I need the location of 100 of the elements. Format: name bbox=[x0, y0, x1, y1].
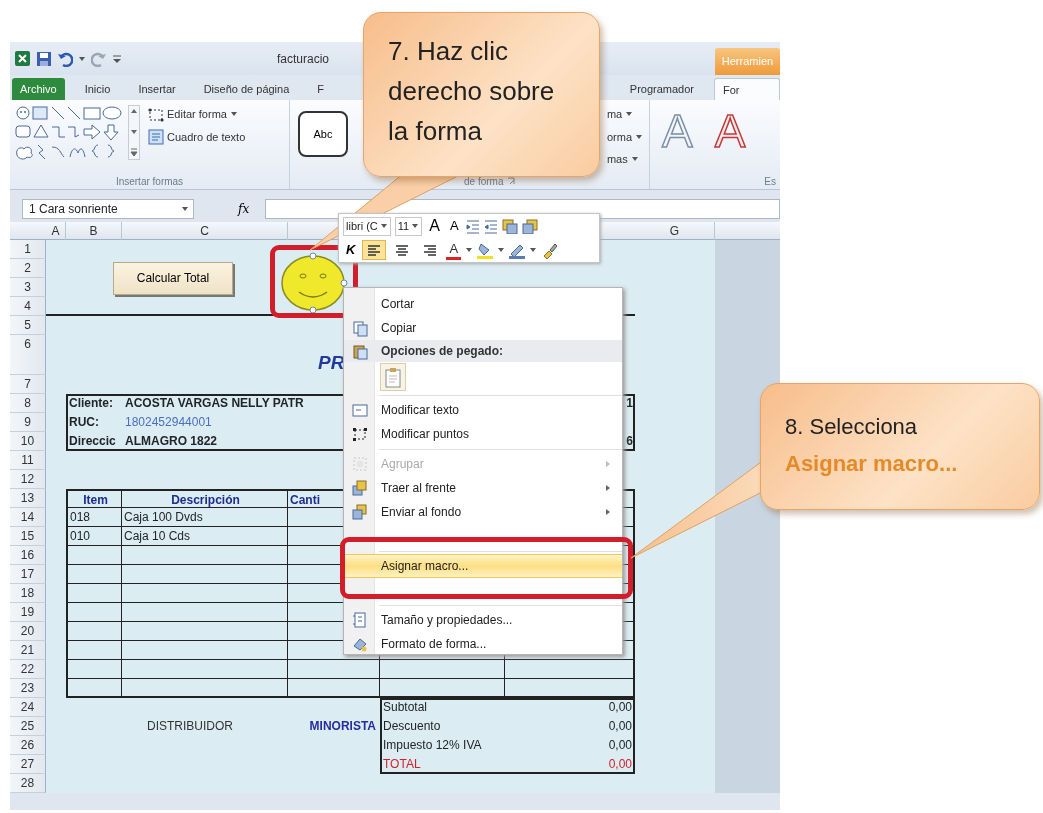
menu-item[interactable]: Cortar bbox=[344, 292, 622, 316]
spreadsheet-app-icon[interactable] bbox=[14, 50, 31, 67]
row-header[interactable]: 16 bbox=[10, 546, 46, 565]
align-icon bbox=[394, 243, 411, 257]
layers-icon[interactable] bbox=[501, 218, 518, 234]
row-header[interactable]: 13 bbox=[10, 489, 46, 508]
menu-item[interactable]: Modificar texto bbox=[344, 398, 622, 422]
total-value: 0,00 bbox=[607, 699, 633, 716]
row-header[interactable]: 7 bbox=[10, 375, 46, 394]
smiley-face-shape[interactable] bbox=[279, 252, 349, 314]
insert-function-button[interactable]: fx bbox=[232, 199, 256, 219]
submenu-arrow-icon bbox=[605, 460, 611, 468]
menu-item[interactable]: Modificar puntos bbox=[344, 422, 622, 446]
font-color-button[interactable]: A bbox=[446, 240, 462, 260]
row-header[interactable]: 24 bbox=[10, 698, 46, 717]
row-header[interactable]: 3 bbox=[10, 278, 46, 297]
ribbon-tab[interactable]: F bbox=[309, 78, 333, 100]
table-cell bbox=[66, 679, 122, 698]
indent-icon[interactable] bbox=[465, 218, 480, 234]
total-value: 0,00 bbox=[607, 756, 633, 773]
layers-icon[interactable] bbox=[521, 218, 538, 234]
menu-item[interactable]: Asignar macro... bbox=[344, 554, 622, 578]
row-header[interactable]: 15 bbox=[10, 527, 46, 546]
row-header[interactable]: 21 bbox=[10, 641, 46, 660]
font-name-field[interactable]: libri (C bbox=[343, 216, 391, 236]
dialog-launcher-icon[interactable] bbox=[507, 177, 516, 185]
row-header[interactable]: 19 bbox=[10, 603, 46, 622]
field-label: Direccic bbox=[68, 433, 117, 450]
gallery-scroll-icon[interactable] bbox=[128, 105, 140, 161]
style-sample-button[interactable]: Abc bbox=[298, 111, 348, 157]
row-header[interactable]: 17 bbox=[10, 565, 46, 584]
field-label: RUC: bbox=[68, 414, 100, 431]
sheet-heading: PR bbox=[317, 351, 346, 375]
row-header[interactable]: 25 bbox=[10, 717, 46, 736]
ribbon-tab[interactable]: For bbox=[714, 78, 780, 100]
row-header[interactable]: 22 bbox=[10, 660, 46, 679]
customize-icon[interactable] bbox=[112, 53, 122, 64]
row-header[interactable]: 27 bbox=[10, 755, 46, 774]
row-header[interactable]: 1 bbox=[10, 240, 46, 259]
row-header[interactable]: 10 bbox=[10, 432, 46, 451]
dropdown-icon[interactable] bbox=[78, 54, 86, 63]
row-header[interactable]: 26 bbox=[10, 736, 46, 755]
row-header[interactable]: 5 bbox=[10, 316, 46, 335]
table-cell: 010 bbox=[66, 527, 122, 546]
group-label: Es bbox=[764, 174, 776, 189]
shape-style-button[interactable]: mas bbox=[604, 150, 645, 169]
shape-style-button[interactable]: orma bbox=[604, 127, 645, 146]
row-header[interactable]: 14 bbox=[10, 508, 46, 527]
edit-shape-button[interactable]: Editar forma bbox=[146, 105, 248, 124]
row-header[interactable]: 4 bbox=[10, 297, 46, 316]
row-header[interactable]: 20 bbox=[10, 622, 46, 641]
caret-icon bbox=[411, 222, 420, 230]
file-tab[interactable]: Archivo bbox=[12, 78, 65, 100]
format-painter-icon[interactable] bbox=[541, 241, 558, 259]
name-box[interactable]: 1 Cara sonriente bbox=[22, 199, 194, 219]
row-header[interactable]: 12 bbox=[10, 470, 46, 489]
row-header[interactable]: 28 bbox=[10, 774, 46, 793]
text-box-icon bbox=[148, 128, 164, 145]
fill-color-icon[interactable] bbox=[477, 241, 494, 259]
row-header[interactable]: 8 bbox=[10, 394, 46, 413]
cell-fragment: 1 bbox=[625, 395, 634, 412]
caret-icon bbox=[635, 132, 643, 141]
ribbon-tab[interactable]: Diseño de página bbox=[195, 78, 298, 100]
table-cell bbox=[66, 603, 122, 622]
save-icon[interactable] bbox=[36, 50, 52, 67]
copy-icon bbox=[351, 319, 368, 337]
row-header[interactable]: 9 bbox=[10, 413, 46, 432]
align-button[interactable] bbox=[362, 240, 387, 260]
shapes-gallery-drawing[interactable] bbox=[14, 105, 122, 161]
bring-forward-icon bbox=[351, 479, 368, 497]
caret-icon[interactable] bbox=[497, 246, 506, 254]
menu-item[interactable]: Tamaño y propiedades... bbox=[344, 608, 622, 632]
italic-button[interactable]: K bbox=[343, 240, 359, 260]
menu-item[interactable]: Formato de forma... bbox=[344, 632, 622, 656]
row-header[interactable]: 2 bbox=[10, 259, 46, 278]
ribbon-tab[interactable]: Inicio bbox=[76, 78, 119, 100]
table-cell bbox=[66, 565, 122, 584]
ribbon-tab[interactable]: Insertar bbox=[130, 78, 184, 100]
row-header[interactable]: 23 bbox=[10, 679, 46, 698]
callout-text: 8. Selecciona Asignar macro... bbox=[785, 413, 959, 478]
calculate-button[interactable]: Calcular Total bbox=[113, 261, 233, 295]
text-box-button[interactable]: Cuadro de texto bbox=[146, 127, 248, 146]
align-icon bbox=[422, 243, 439, 257]
caret-icon[interactable] bbox=[529, 246, 538, 254]
total-value: 0,00 bbox=[607, 718, 633, 735]
field-value: ACOSTA VARGAS NELLY PATR bbox=[124, 395, 304, 412]
grow-font-button[interactable]: A bbox=[426, 216, 443, 236]
caret-icon[interactable] bbox=[465, 246, 474, 254]
font-size-field[interactable]: 11 bbox=[394, 216, 423, 236]
menu-item[interactable]: Copiar bbox=[344, 316, 622, 340]
shrink-font-button[interactable]: A bbox=[446, 216, 462, 236]
row-header[interactable]: 11 bbox=[10, 451, 46, 470]
table-cell: 018 bbox=[66, 508, 122, 527]
shape-style-button[interactable]: ma bbox=[604, 105, 645, 124]
total-label: TOTAL bbox=[382, 756, 422, 773]
undo-icon[interactable] bbox=[57, 50, 73, 67]
ribbon-tab[interactable]: Programador bbox=[621, 78, 702, 100]
outdent-icon[interactable] bbox=[483, 218, 498, 234]
row-header[interactable]: 18 bbox=[10, 584, 46, 603]
row-header[interactable]: 6 bbox=[10, 335, 46, 375]
